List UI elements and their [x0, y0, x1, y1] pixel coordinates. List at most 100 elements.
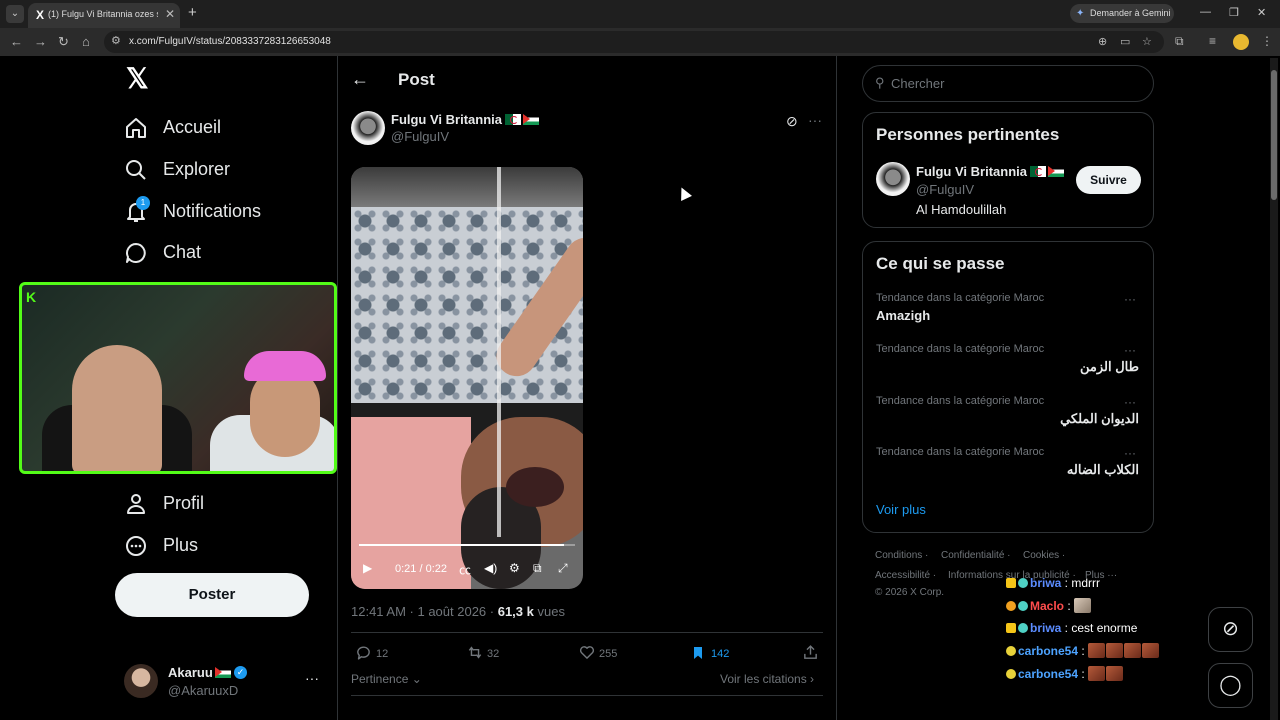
account-name[interactable]: Akaruu: [168, 665, 231, 680]
search-input[interactable]: ⚲ Chercher: [862, 65, 1154, 102]
new-tab-icon[interactable]: +: [188, 4, 197, 21]
chat-gem-badge-icon: [1018, 578, 1028, 588]
chat-gem-badge-icon: [1018, 623, 1028, 633]
reload-icon[interactable]: ↻: [58, 34, 69, 50]
video-player[interactable]: ▶ 0:21 / 0:22 ㏄ ◀) ⚙ ⧉ ⤢: [351, 167, 583, 589]
page-scrollbar[interactable]: [1270, 58, 1278, 720]
relevant-handle: @FulguIV: [916, 182, 974, 197]
footer-link[interactable]: Confidentialité ·: [941, 550, 1010, 561]
nav-label: Profil: [163, 493, 205, 513]
trend-more-icon[interactable]: ···: [1124, 292, 1136, 306]
video-current-time: 0:21: [395, 563, 417, 575]
repost-count: 32: [487, 648, 500, 660]
chat-message: mdrrr: [1071, 576, 1101, 590]
relevant-avatar[interactable]: [876, 162, 910, 196]
footer-link-text: Confidentialité: [941, 550, 1005, 561]
chat-username: briwa: [1030, 576, 1062, 590]
view-quotes-link[interactable]: Voir les citations ›: [720, 672, 814, 686]
reply-sort-dropdown[interactable]: Pertinence ⌄: [351, 672, 422, 686]
follow-button[interactable]: Suivre: [1076, 166, 1141, 194]
chevron-down-icon: ⌄: [408, 672, 422, 686]
site-info-icon[interactable]: ⚙: [111, 34, 121, 47]
forward-icon[interactable]: →: [34, 34, 47, 49]
grok-fab-button[interactable]: ⊘: [1208, 607, 1253, 652]
trend-more-icon[interactable]: ···: [1124, 395, 1136, 409]
trend-item[interactable]: Tendance dans la catégorie Maroc الكلاب …: [876, 446, 1141, 486]
post-timestamp[interactable]: 12:41 AM · 1 août 2026 ·: [351, 604, 498, 619]
divider: [351, 632, 823, 633]
chat-username: briwa: [1030, 621, 1062, 635]
extensions-icon[interactable]: ⧉: [1175, 34, 1184, 49]
profile-avatar[interactable]: [1233, 34, 1249, 50]
x-logo-icon[interactable]: 𝕏: [126, 65, 149, 93]
emote: [1106, 666, 1124, 681]
chat-username: Maclo: [1030, 599, 1065, 613]
post-meta: 12:41 AM · 1 août 2026 · 61,3 k vues: [351, 604, 565, 619]
captions-icon[interactable]: ㏄: [459, 561, 471, 578]
scrollbar-thumb[interactable]: [1271, 70, 1277, 200]
bookmark-star-icon[interactable]: ☆: [1142, 35, 1152, 48]
post-compose-button[interactable]: Poster: [115, 573, 309, 617]
column-divider: [836, 56, 837, 720]
account-more-icon[interactable]: ···: [305, 670, 319, 686]
account-avatar[interactable]: [124, 664, 158, 698]
footer-link-text: Conditions: [875, 550, 923, 561]
trend-item[interactable]: Tendance dans la catégorie Maroc الديوان…: [876, 395, 1141, 435]
minimize-icon[interactable]: —: [1200, 6, 1211, 18]
footer-link[interactable]: Accessibilité ·: [875, 570, 936, 581]
restore-icon[interactable]: ❐: [1229, 6, 1239, 19]
author-handle[interactable]: @FulguIV: [391, 129, 449, 144]
algeria-flag-icon: [505, 114, 521, 125]
window-close-icon[interactable]: ✕: [1257, 6, 1266, 19]
webcam-overlay: K: [19, 282, 337, 474]
trend-more-icon[interactable]: ···: [1124, 343, 1136, 357]
volume-icon[interactable]: ◀): [484, 561, 497, 575]
fullscreen-icon[interactable]: ⤢: [558, 561, 568, 576]
video-frame-stream: [497, 167, 501, 537]
footer-link[interactable]: Cookies ·: [1023, 550, 1065, 561]
stream-chat-message: carbone54 :: [1006, 666, 1124, 684]
media-icon[interactable]: ≡: [1209, 34, 1216, 48]
tab-close-icon[interactable]: ✕: [165, 7, 175, 21]
home-icon[interactable]: ⌂: [82, 34, 90, 49]
video-frame-hood: [351, 167, 583, 207]
reply-icon: [357, 646, 370, 660]
gemini-button[interactable]: ✦ Demander à Gemini: [1070, 4, 1174, 23]
post-more-icon[interactable]: ···: [808, 112, 822, 128]
emote: [1088, 643, 1106, 658]
chat-message: cest enorme: [1071, 621, 1138, 635]
back-icon[interactable]: ←: [10, 34, 23, 49]
like-count: 255: [599, 648, 618, 660]
cat-emote: [1074, 598, 1092, 613]
share-icon: [804, 645, 817, 659]
nav-label: Explorer: [163, 159, 231, 179]
back-arrow-icon[interactable]: ←: [351, 69, 369, 90]
relevant-people-title: Personnes pertinentes: [876, 125, 1060, 144]
person-icon: [127, 494, 145, 514]
messages-fab-button[interactable]: ◯: [1208, 663, 1253, 708]
browser-tab[interactable]: X (1) Fulgu Vi Britannia ozes sur X ✕: [28, 3, 180, 28]
footer-link[interactable]: Conditions ·: [875, 550, 928, 561]
chevron-right-icon: ›: [806, 672, 815, 686]
trend-item[interactable]: Tendance dans la catégorie Maroc Amazigh…: [876, 292, 1141, 332]
zoom-icon[interactable]: ⊕: [1098, 35, 1107, 48]
video-progress-bar[interactable]: [359, 544, 575, 546]
algeria-flag-icon: [1030, 166, 1046, 177]
gemini-sparkle-icon: ✦: [1076, 8, 1085, 19]
author-name[interactable]: Fulgu Vi Britannia: [391, 112, 539, 127]
trend-more-icon[interactable]: ···: [1124, 446, 1136, 460]
see-more-link[interactable]: Voir plus: [876, 502, 926, 517]
address-bar[interactable]: ⚙ x.com/FulguIV/status/20833372831266530…: [104, 31, 1164, 53]
menu-icon[interactable]: ⋮: [1261, 34, 1273, 48]
picture-in-picture-icon[interactable]: ⧉: [533, 561, 542, 576]
emote: [1088, 666, 1106, 681]
relevant-name[interactable]: Fulgu Vi Britannia: [916, 164, 1064, 179]
tab-list-icon[interactable]: ⌄: [6, 5, 24, 23]
settings-gear-icon[interactable]: ⚙: [509, 561, 520, 575]
trend-item[interactable]: Tendance dans la catégorie Maroc طال الز…: [876, 343, 1141, 383]
cast-icon[interactable]: ▭: [1120, 35, 1130, 48]
author-avatar[interactable]: [351, 111, 385, 145]
grok-icon[interactable]: ⊘: [786, 113, 798, 130]
play-icon[interactable]: ▶: [363, 561, 372, 575]
copyright: © 2026 X Corp.: [875, 587, 945, 598]
